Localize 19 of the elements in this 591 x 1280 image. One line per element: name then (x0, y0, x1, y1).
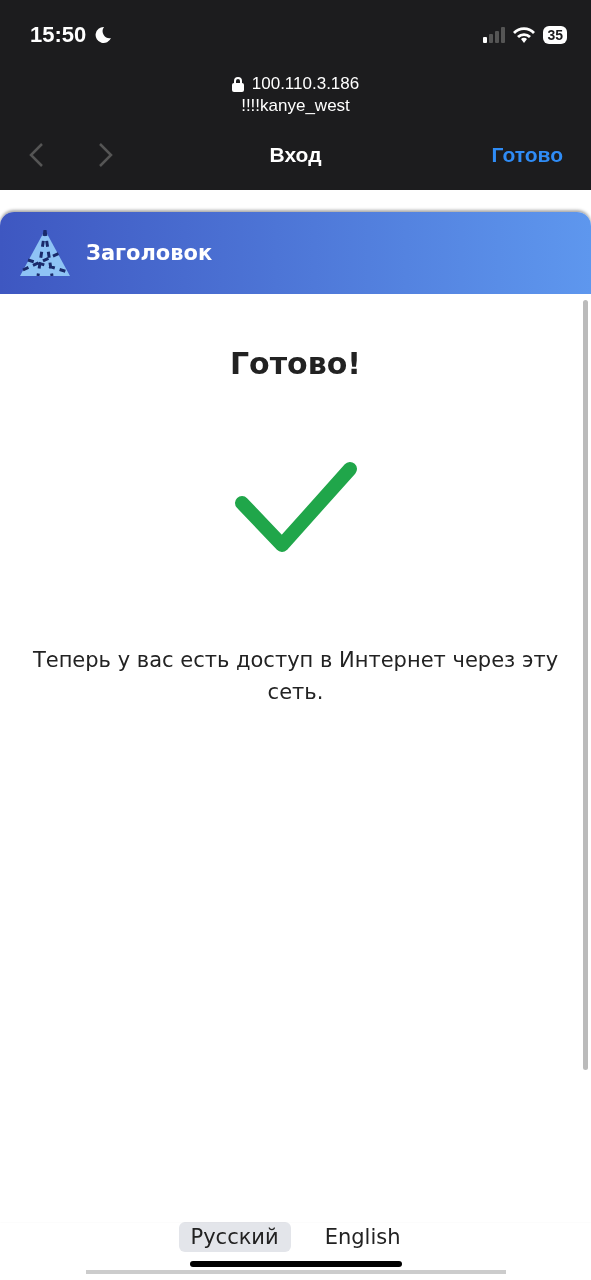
success-heading: Готово! (229, 346, 362, 381)
lock-icon (231, 76, 244, 92)
page-title: Вход (269, 143, 322, 167)
success-message: Теперь у вас есть доступ в Интернет через эту сеть. (31, 647, 560, 706)
done-button[interactable]: Готово (491, 143, 563, 167)
back-icon[interactable] (28, 142, 44, 168)
triangle-logo-icon (20, 230, 70, 276)
forward-icon[interactable] (98, 142, 114, 168)
wifi-icon (513, 27, 536, 43)
battery-icon: 35 (543, 26, 567, 44)
page-address: 100.110.3.186 (251, 74, 360, 94)
moon-icon (94, 26, 113, 44)
header-title: Заголовок (86, 241, 213, 265)
clock-time: 15:50 (30, 22, 87, 48)
signal-icon (483, 27, 506, 43)
checkmark-icon (233, 461, 358, 555)
language-tab[interactable]: Русский (178, 1222, 291, 1252)
network-name: !!!!kanye_west (241, 96, 350, 116)
language-tab[interactable]: English (312, 1222, 413, 1252)
